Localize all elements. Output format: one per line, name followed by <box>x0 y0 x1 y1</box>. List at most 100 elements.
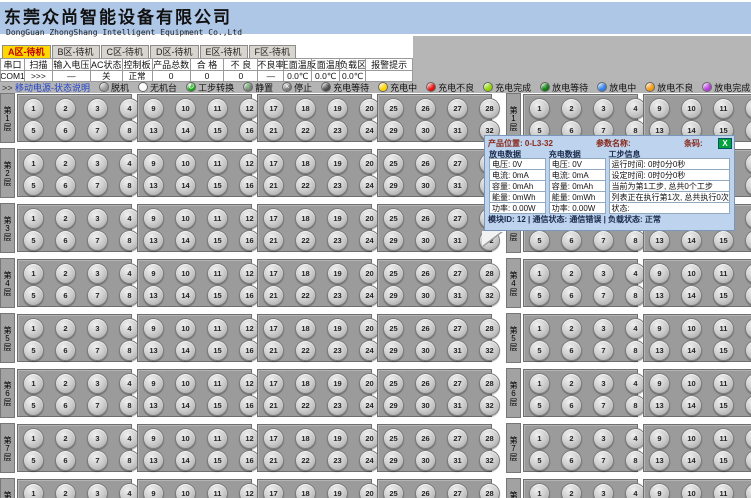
cell-button[interactable]: 25 <box>383 263 404 284</box>
cell-button[interactable]: 7 <box>87 395 108 416</box>
cell-button[interactable]: 27 <box>447 153 468 174</box>
cell-button[interactable]: 3 <box>87 373 108 394</box>
cell-button[interactable]: 17 <box>263 98 284 119</box>
cell-button[interactable]: 14 <box>175 340 196 361</box>
cell-button[interactable]: 5 <box>23 340 44 361</box>
cell-button[interactable]: 5 <box>529 340 550 361</box>
cell-button[interactable]: 1 <box>529 263 550 284</box>
cell-button[interactable]: 9 <box>143 483 164 498</box>
cell-button[interactable]: 28 <box>479 373 500 394</box>
cell-button[interactable]: 6 <box>561 395 582 416</box>
cell-button[interactable]: 11 <box>207 318 228 339</box>
cell-button[interactable]: 11 <box>207 153 228 174</box>
cell-button[interactable]: 13 <box>649 340 670 361</box>
cell-button[interactable]: 12 <box>745 373 751 394</box>
cell-button[interactable]: 1 <box>529 98 550 119</box>
cell-button[interactable]: 15 <box>713 450 734 471</box>
cell-button[interactable]: 19 <box>327 428 348 449</box>
cell-button[interactable]: 30 <box>415 450 436 471</box>
cell-button[interactable]: 32 <box>479 285 500 306</box>
cell-button[interactable]: 30 <box>415 340 436 361</box>
cell-button[interactable]: 3 <box>87 208 108 229</box>
tab-zone-a[interactable]: A区-待机 <box>2 45 51 58</box>
cell-button[interactable]: 6 <box>55 120 76 141</box>
cell-button[interactable]: 9 <box>143 318 164 339</box>
cell-button[interactable]: 16 <box>745 120 751 141</box>
cell-button[interactable]: 31 <box>447 175 468 196</box>
cell-button[interactable]: 12 <box>745 428 751 449</box>
cell-button[interactable]: 6 <box>55 395 76 416</box>
cell-button[interactable]: 10 <box>175 153 196 174</box>
cell-button[interactable]: 25 <box>383 428 404 449</box>
cell-button[interactable]: 22 <box>295 285 316 306</box>
cell-button[interactable]: 1 <box>23 373 44 394</box>
cell-button[interactable]: 21 <box>263 285 284 306</box>
cell-button[interactable]: 11 <box>207 263 228 284</box>
cell-button[interactable]: 5 <box>23 175 44 196</box>
cell-button[interactable]: 18 <box>295 483 316 498</box>
cell-button[interactable]: 3 <box>593 373 614 394</box>
cell-button[interactable]: 2 <box>561 428 582 449</box>
cell-button[interactable]: 18 <box>295 153 316 174</box>
cell-button[interactable]: 25 <box>383 208 404 229</box>
cell-button[interactable]: 29 <box>383 230 404 251</box>
cell-button[interactable]: 15 <box>207 120 228 141</box>
cell-button[interactable]: 14 <box>681 340 702 361</box>
cell-button[interactable]: 22 <box>295 395 316 416</box>
cell-button[interactable]: 19 <box>327 208 348 229</box>
cell-button[interactable]: 15 <box>207 285 228 306</box>
cell-button[interactable]: 14 <box>175 395 196 416</box>
cell-button[interactable]: 15 <box>713 340 734 361</box>
cell-button[interactable]: 10 <box>681 263 702 284</box>
cell-button[interactable]: 10 <box>175 98 196 119</box>
cell-button[interactable]: 26 <box>415 318 436 339</box>
cell-button[interactable]: 25 <box>383 373 404 394</box>
cell-button[interactable]: 6 <box>561 450 582 471</box>
cell-button[interactable]: 25 <box>383 153 404 174</box>
cell-button[interactable]: 13 <box>143 340 164 361</box>
cell-button[interactable]: 12 <box>745 98 751 119</box>
cell-button[interactable]: 9 <box>649 263 670 284</box>
cell-button[interactable]: 14 <box>175 120 196 141</box>
cell-button[interactable]: 9 <box>649 483 670 498</box>
cell-button[interactable]: 17 <box>263 208 284 229</box>
cell-button[interactable]: 27 <box>447 318 468 339</box>
cell-button[interactable]: 22 <box>295 175 316 196</box>
cell-button[interactable]: 1 <box>529 373 550 394</box>
cell-button[interactable]: 31 <box>447 285 468 306</box>
cell-button[interactable]: 15 <box>713 285 734 306</box>
cell-button[interactable]: 29 <box>383 395 404 416</box>
cell-button[interactable]: 15 <box>207 340 228 361</box>
cell-button[interactable]: 27 <box>447 98 468 119</box>
cell-button[interactable]: 21 <box>263 340 284 361</box>
cell-button[interactable]: 3 <box>87 428 108 449</box>
cell-button[interactable]: 1 <box>23 318 44 339</box>
cell-button[interactable]: 19 <box>327 98 348 119</box>
cell-button[interactable]: 13 <box>143 120 164 141</box>
cell-button[interactable]: 25 <box>383 98 404 119</box>
cell-button[interactable]: 23 <box>327 395 348 416</box>
cell-button[interactable]: 10 <box>175 208 196 229</box>
cell-button[interactable]: 14 <box>681 230 702 251</box>
cell-button[interactable]: 5 <box>529 285 550 306</box>
cell-button[interactable]: 13 <box>143 230 164 251</box>
cell-button[interactable]: 30 <box>415 230 436 251</box>
cell-button[interactable]: 12 <box>745 263 751 284</box>
cell-button[interactable]: 6 <box>561 340 582 361</box>
cell-button[interactable]: 9 <box>649 98 670 119</box>
cell-button[interactable]: 10 <box>681 318 702 339</box>
cell-button[interactable]: 6 <box>55 450 76 471</box>
cell-button[interactable]: 11 <box>207 483 228 498</box>
cell-button[interactable]: 2 <box>55 483 76 498</box>
cell-button[interactable]: 3 <box>87 263 108 284</box>
cell-button[interactable]: 5 <box>529 230 550 251</box>
cell-button[interactable]: 16 <box>745 230 751 251</box>
cell-button[interactable]: 10 <box>175 483 196 498</box>
cell-button[interactable]: 32 <box>479 450 500 471</box>
cell-button[interactable]: 14 <box>175 285 196 306</box>
cell-button[interactable]: 17 <box>263 318 284 339</box>
cell-button[interactable]: 6 <box>561 230 582 251</box>
cell-button[interactable]: 26 <box>415 153 436 174</box>
cell-button[interactable]: 19 <box>327 483 348 498</box>
cell-button[interactable]: 6 <box>55 175 76 196</box>
